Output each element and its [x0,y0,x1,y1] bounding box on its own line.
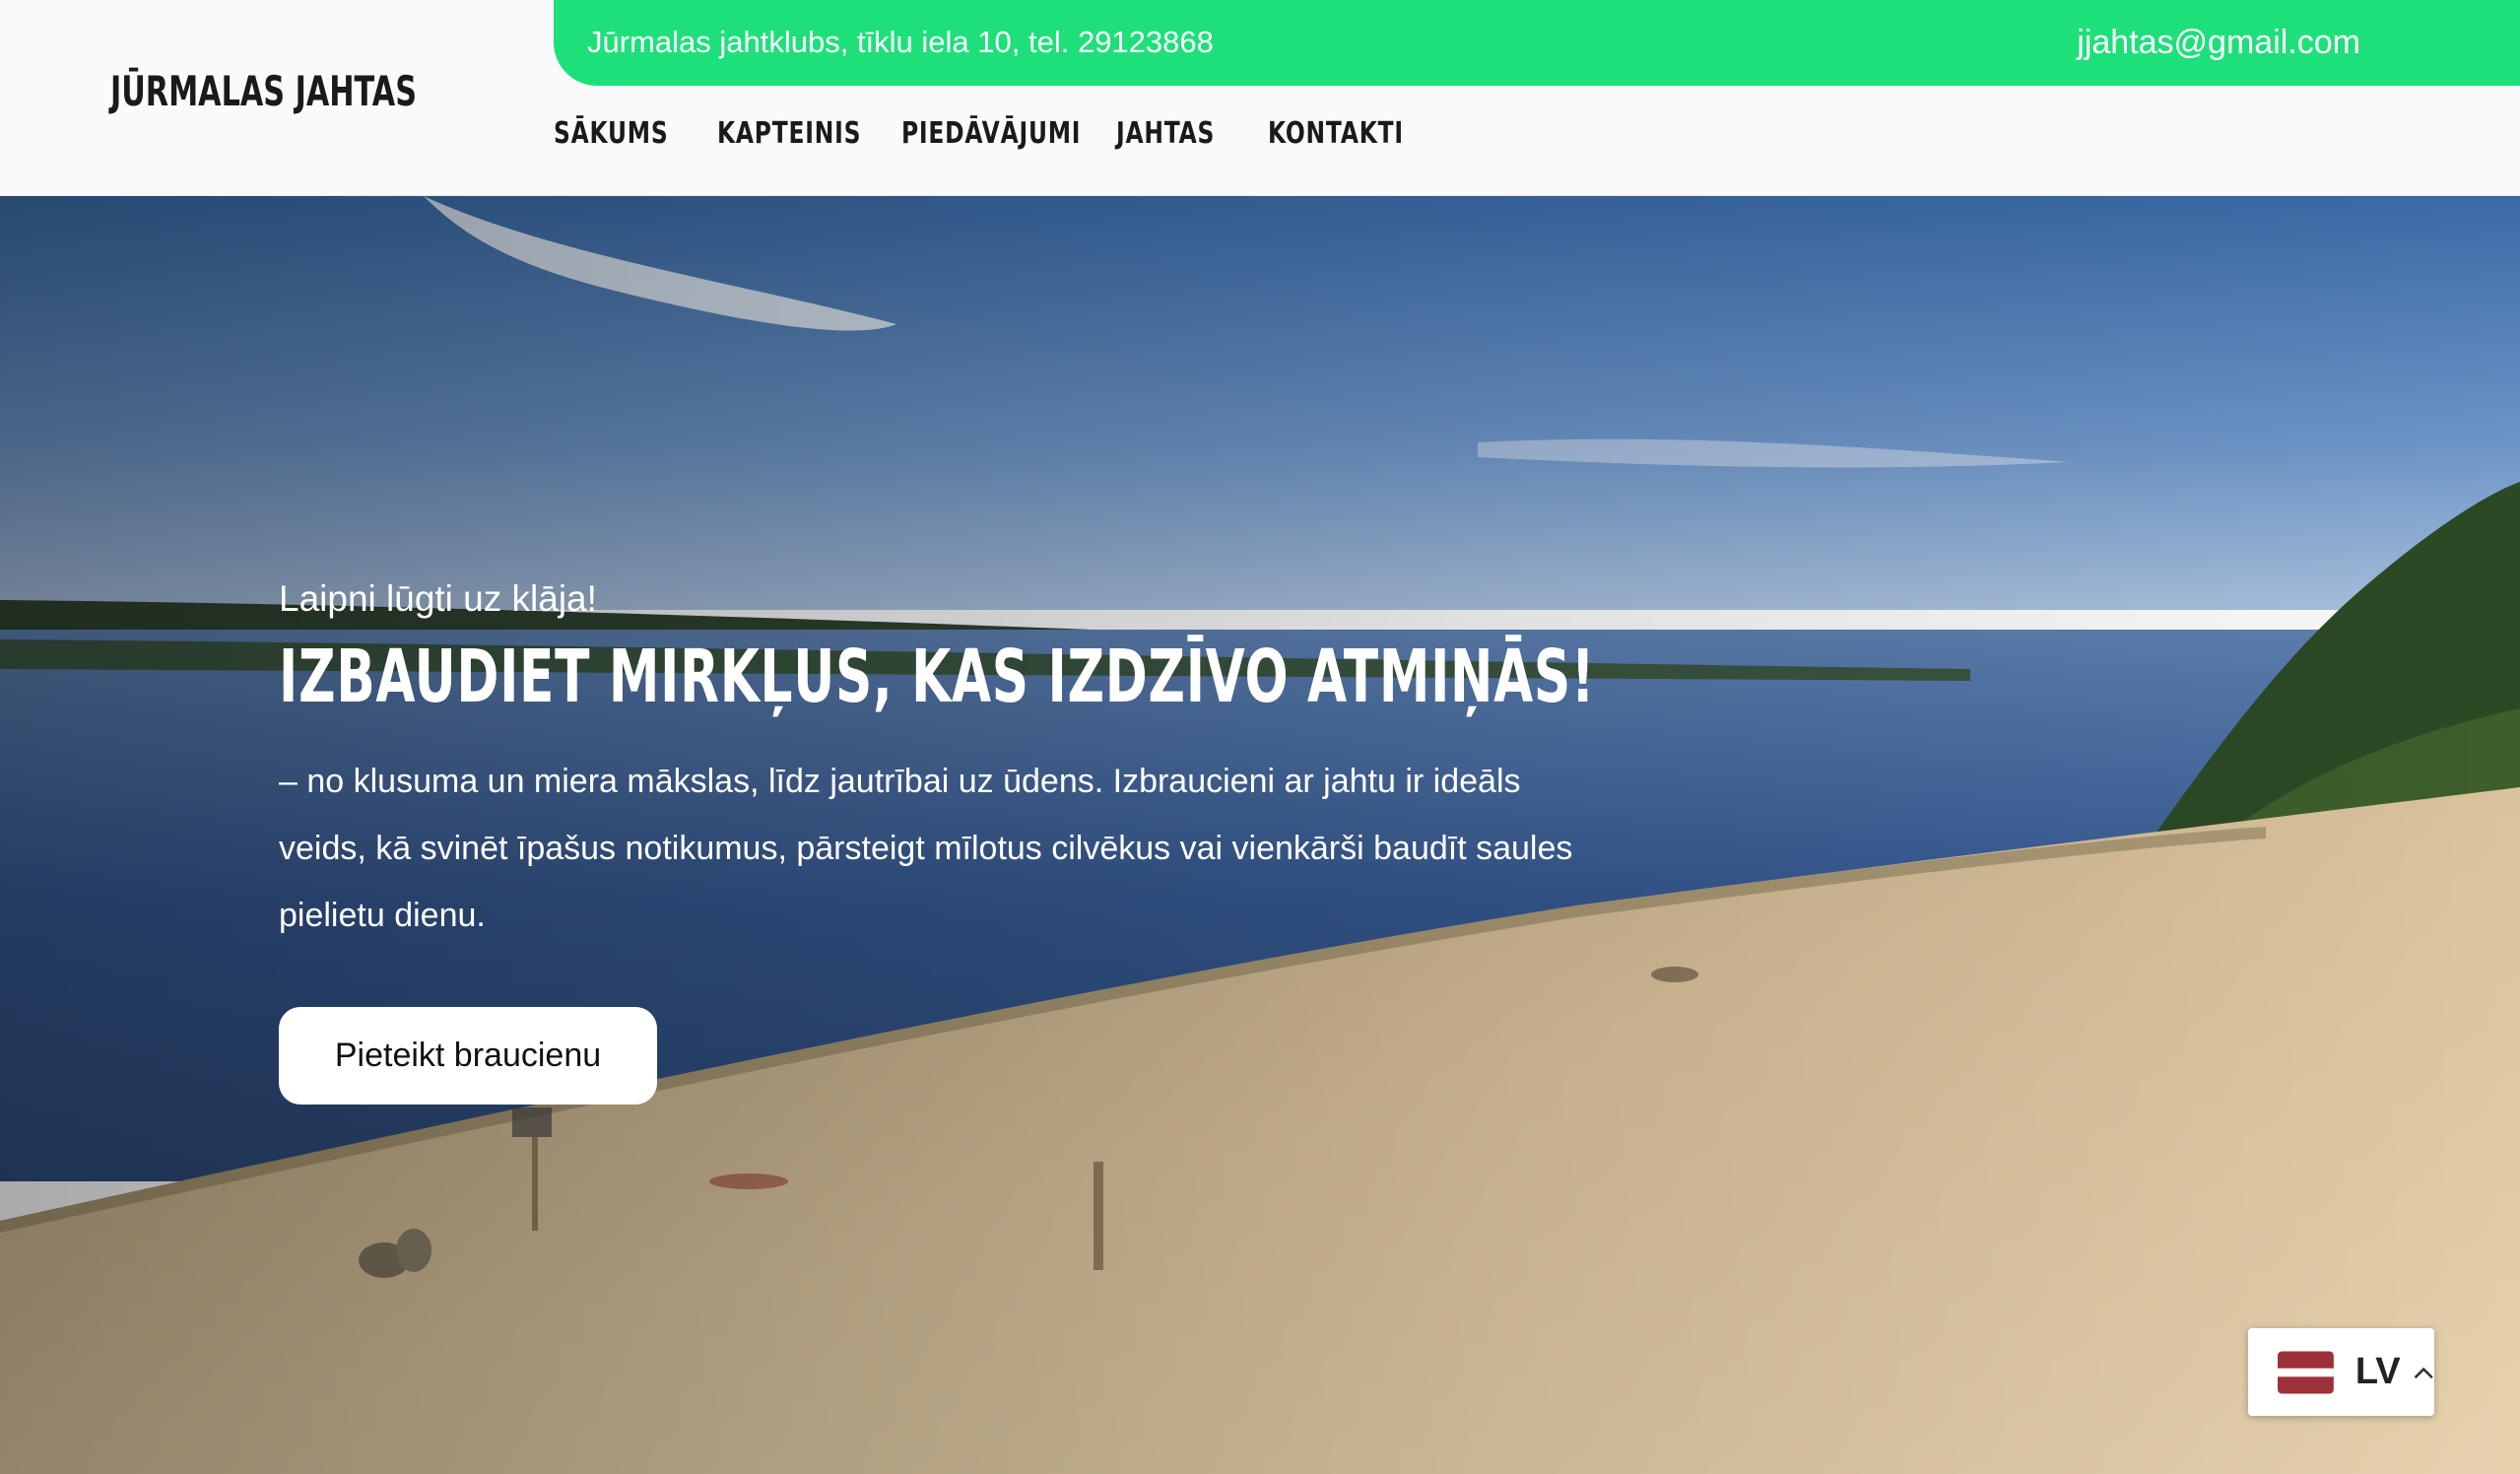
nav-item-jahtas[interactable]: JAHTAS [1116,116,1214,156]
hero-kicker: Laipni lūgti uz klāja! [279,578,597,619]
hero-section: Laipni lūgti uz klāja! IZBAUDIET MIRKĻUS… [0,196,2520,1474]
book-ride-button[interactable]: Pieteikt braucienu [279,1007,657,1105]
latvia-flag-icon [2278,1350,2334,1394]
chevron-up-icon [2414,1367,2433,1378]
nav-item-piedavajumi[interactable]: PIEDĀVĀJUMI [901,116,1081,156]
nav-item-kontakti[interactable]: KONTAKTI [1268,116,1403,156]
topbar-email-link[interactable]: jjahtas@gmail.com [2077,24,2360,62]
site-header: JŪRMALAS JAHTAS Jūrmalas jahtklubs, tīkl… [0,0,2520,196]
contact-topbar: Jūrmalas jahtklubs, tīklu iela 10, tel. … [554,0,2520,86]
nav-item-sakums[interactable]: SĀKUMS [554,116,668,156]
hero-description: – no klusuma un miera mākslas, līdz jaut… [279,763,1573,934]
topbar-address: Jūrmalas jahtklubs, tīklu iela 10, tel. … [587,25,1214,59]
main-nav: SĀKUMS KAPTEINIS PIEDĀVĀJUMI JAHTAS KONT… [554,116,1403,156]
site-logo[interactable]: JŪRMALAS JAHTAS [110,67,417,115]
language-code: LV [2354,1351,2401,1392]
nav-item-kapteinis[interactable]: KAPTEINIS [717,116,860,156]
language-switcher[interactable]: LV [2248,1328,2434,1416]
hero-headline: IZBAUDIET MIRKĻUS, KAS IZDZĪVO ATMIŅĀS! [279,635,1596,719]
